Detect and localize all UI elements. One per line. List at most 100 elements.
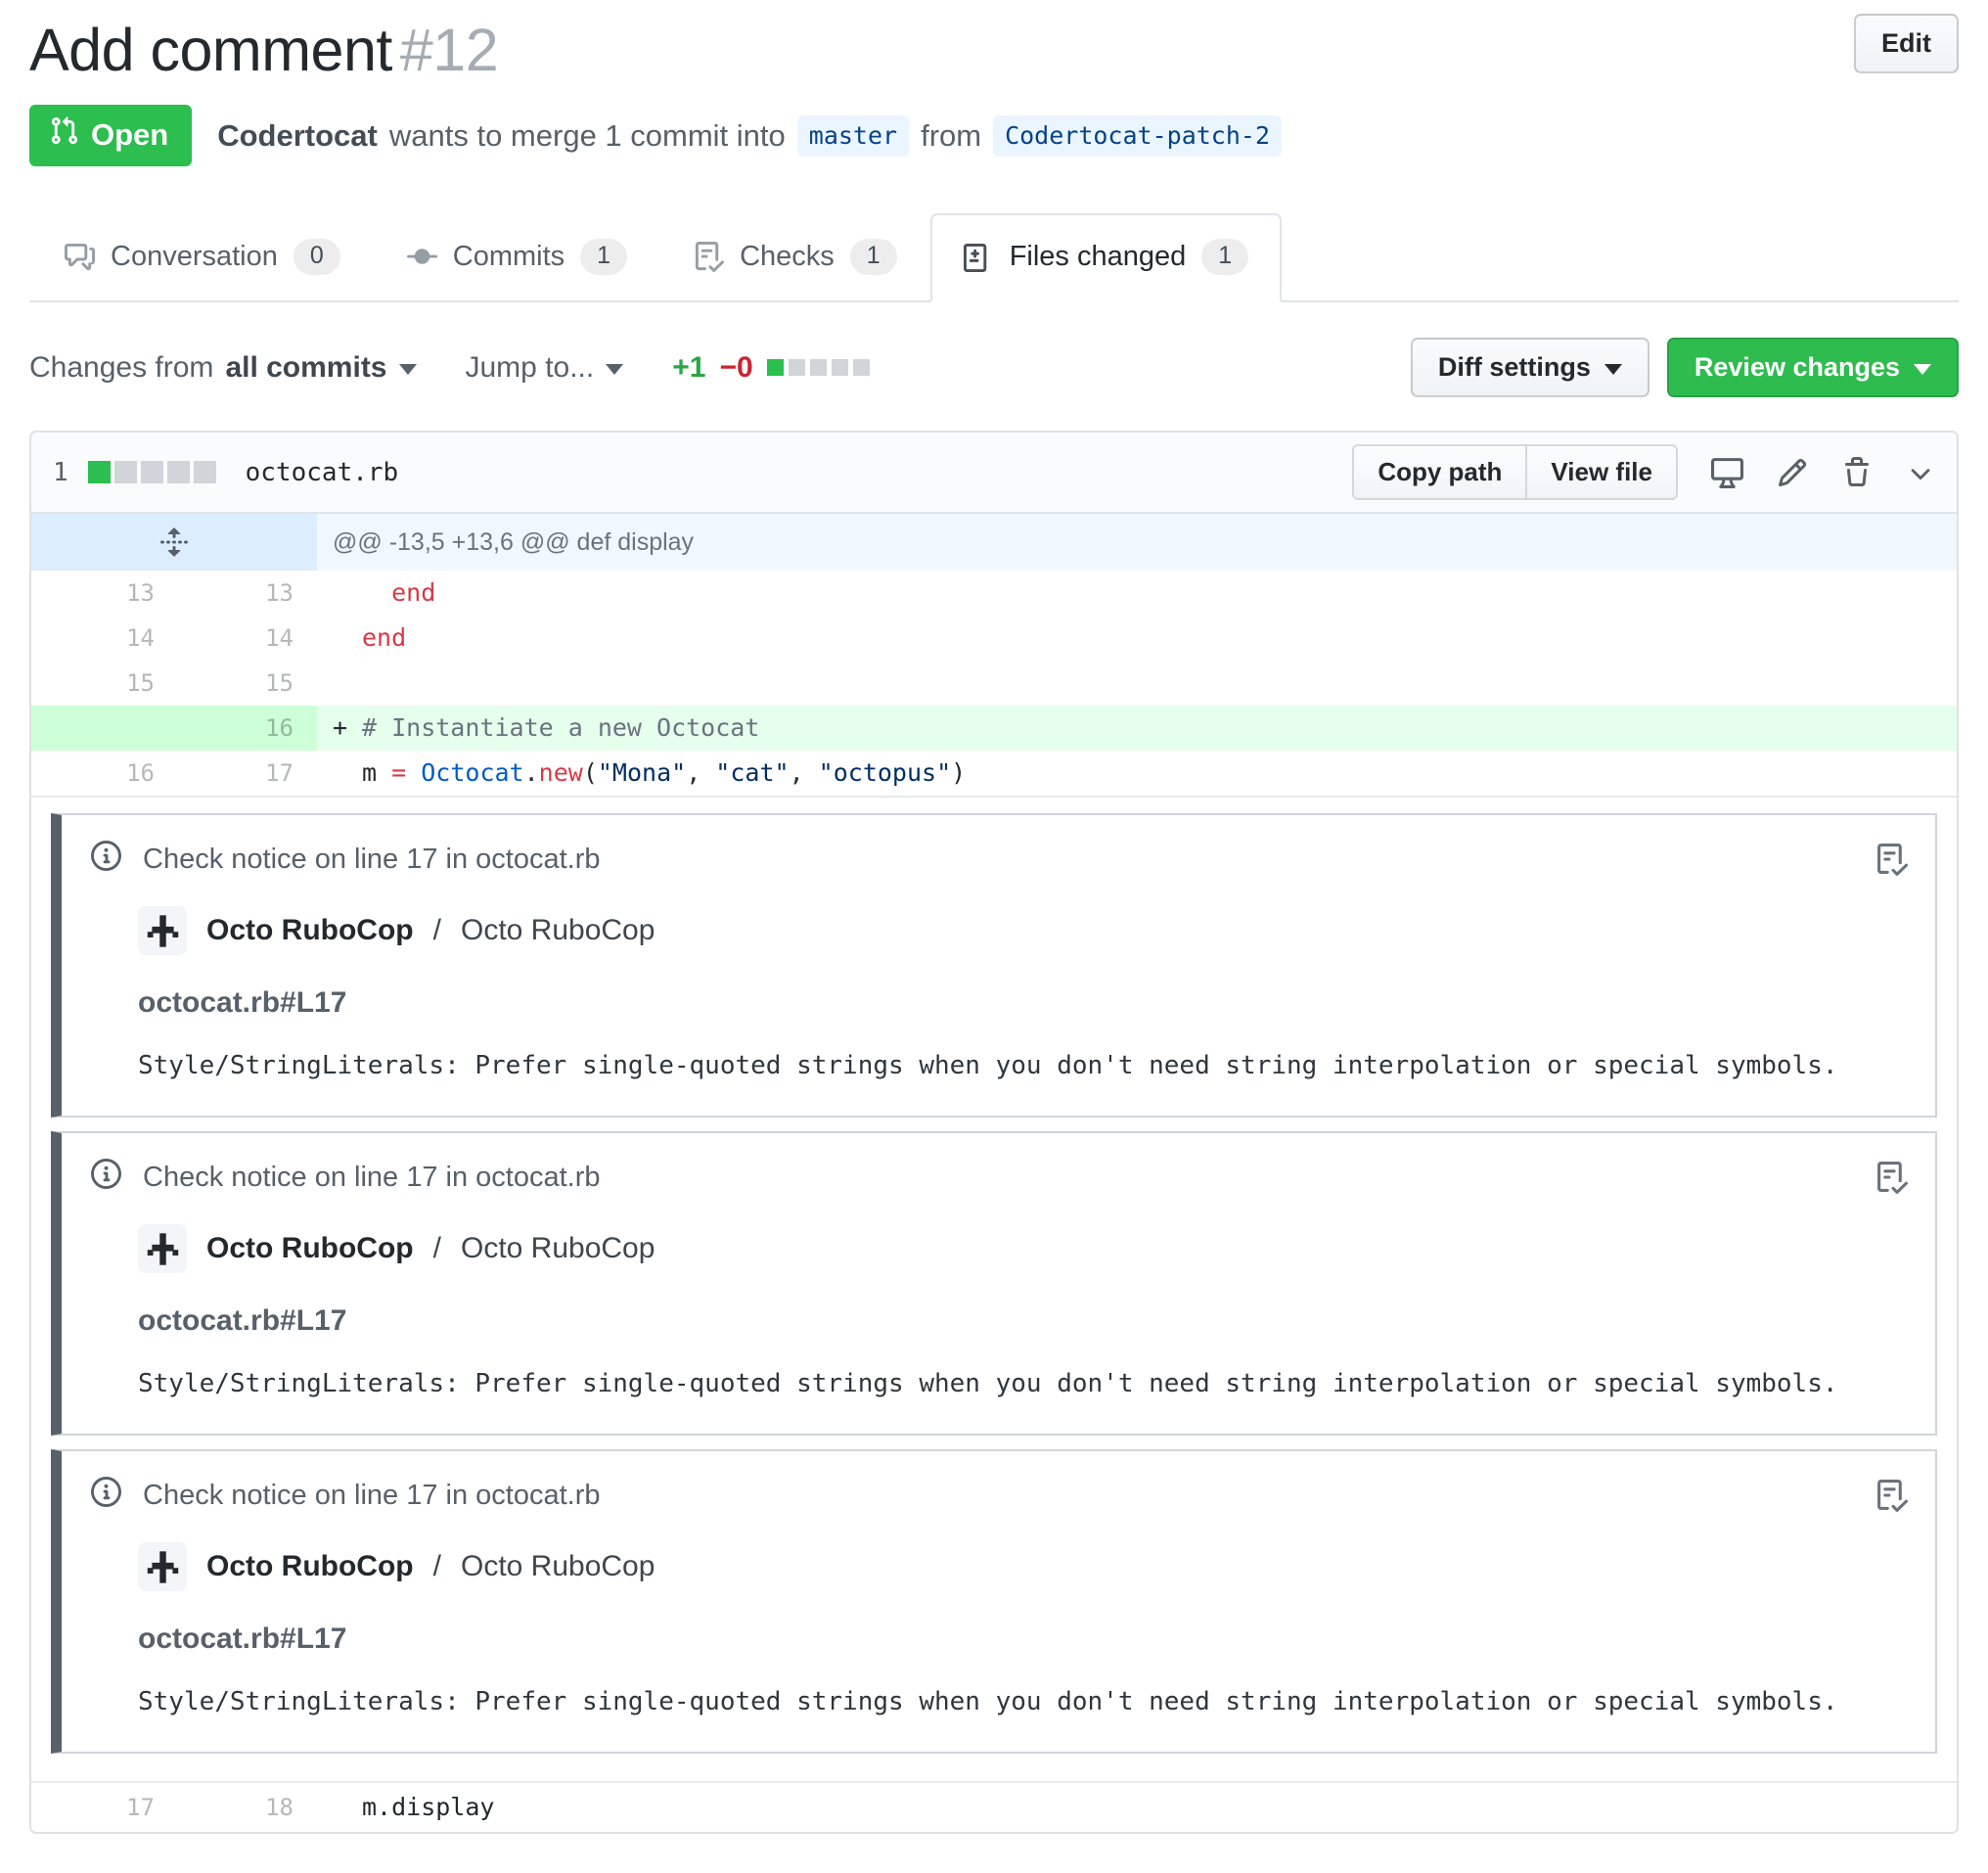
author-link[interactable]: Codertocat bbox=[217, 118, 378, 154]
diffstat-square-neutral bbox=[852, 359, 870, 377]
check-notice-text: Check notice on line 17 in octocat.rb bbox=[143, 844, 601, 876]
old-line-number[interactable]: 14 bbox=[31, 616, 178, 661]
annotation-path-link[interactable]: octocat.rb#L17 bbox=[138, 1622, 1908, 1656]
additions-count: +1 bbox=[672, 350, 706, 384]
pr-title-text: Add comment bbox=[29, 17, 392, 83]
code-line: + # Instantiate a new Octocat bbox=[317, 706, 1957, 751]
diffstat-square-neutral bbox=[788, 359, 805, 377]
changes-from-dropdown[interactable]: Changes from all commits bbox=[29, 351, 417, 385]
old-line-number[interactable]: 13 bbox=[31, 571, 178, 616]
hunk-header-row: @@ -13,5 +13,6 @@ def display bbox=[31, 514, 1957, 571]
checklist-icon bbox=[694, 242, 725, 272]
diff-row: 17 18 m.display bbox=[31, 1783, 1957, 1832]
octo-rubocop-avatar bbox=[138, 906, 187, 956]
review-changes-button[interactable]: Review changes bbox=[1666, 338, 1959, 398]
check-app-name: Octo RuboCop bbox=[206, 1232, 414, 1265]
diff-marker bbox=[333, 661, 362, 706]
head-branch-label[interactable]: Codertocat-patch-2 bbox=[993, 114, 1283, 157]
old-line-number[interactable]: 17 bbox=[31, 1783, 178, 1832]
file-header: 1 octocat.rb Copy path View file bbox=[31, 433, 1957, 515]
info-icon bbox=[91, 841, 121, 879]
git-pull-request-icon bbox=[49, 115, 79, 154]
annotation-message: Style/StringLiterals: Prefer single-quot… bbox=[138, 1051, 1838, 1081]
old-line-number[interactable]: 16 bbox=[31, 751, 178, 796]
octo-rubocop-avatar bbox=[138, 1542, 187, 1592]
file-diff-panel: 1 octocat.rb Copy path View file @@ -13,… bbox=[29, 431, 1959, 1835]
trash-icon[interactable] bbox=[1841, 456, 1873, 488]
code-line: m = Octocat.new("Mona", "cat", "octopus"… bbox=[317, 751, 1957, 796]
annotation-path-link[interactable]: octocat.rb#L17 bbox=[138, 986, 1908, 1020]
diff-row: 15 15 bbox=[31, 661, 1957, 706]
old-line-number[interactable]: 15 bbox=[31, 661, 178, 706]
device-desktop-icon[interactable] bbox=[1711, 456, 1743, 489]
pr-number: #12 bbox=[399, 17, 499, 83]
diff-marker bbox=[333, 751, 362, 796]
changed-files-count: 1 bbox=[53, 457, 68, 487]
jump-to-dropdown[interactable]: Jump to... bbox=[466, 351, 624, 385]
file-name[interactable]: octocat.rb bbox=[246, 458, 399, 487]
check-annotation-card: Check notice on line 17 in octocat.rb Oc… bbox=[51, 813, 1937, 1119]
diffstat-square-neutral bbox=[113, 461, 137, 484]
diff-marker bbox=[333, 1783, 362, 1832]
new-line-number[interactable]: 14 bbox=[178, 616, 317, 661]
checklist-icon[interactable] bbox=[1875, 1162, 1908, 1194]
pr-tabs: Conversation 0 Commits 1 Checks 1 Files … bbox=[29, 213, 1959, 303]
git-commit-icon bbox=[406, 242, 437, 272]
diff-row: 13 13 end bbox=[31, 571, 1957, 616]
check-app-name: Octo RuboCop bbox=[206, 914, 414, 947]
code-line: end bbox=[317, 616, 1957, 661]
diff-marker bbox=[333, 571, 362, 616]
new-line-number[interactable]: 17 bbox=[178, 751, 317, 796]
tab-files-changed[interactable]: Files changed 1 bbox=[929, 213, 1283, 303]
check-run-name: Octo RuboCop bbox=[460, 1550, 655, 1583]
checklist-icon[interactable] bbox=[1875, 1480, 1908, 1512]
file-diff-icon bbox=[963, 242, 994, 273]
diff-table-tail: 17 18 m.display bbox=[31, 1781, 1957, 1832]
page-title: Add comment #12 bbox=[29, 17, 499, 83]
tab-checks[interactable]: Checks 1 bbox=[660, 213, 930, 302]
new-line-number[interactable]: 18 bbox=[178, 1783, 317, 1832]
pencil-icon[interactable] bbox=[1777, 457, 1808, 488]
tab-conversation[interactable]: Conversation 0 bbox=[31, 213, 374, 302]
diff-settings-button[interactable]: Diff settings bbox=[1410, 338, 1649, 398]
octo-rubocop-avatar bbox=[138, 1224, 187, 1274]
code-line bbox=[317, 661, 1957, 706]
file-diffstat-blocks bbox=[87, 461, 216, 484]
annotation-message: Style/StringLiterals: Prefer single-quot… bbox=[138, 1369, 1838, 1399]
tab-commits[interactable]: Commits 1 bbox=[374, 213, 660, 302]
old-line-number[interactable] bbox=[31, 706, 178, 752]
new-line-number[interactable]: 15 bbox=[178, 661, 317, 706]
diffstat-square-neutral bbox=[809, 359, 827, 377]
pr-status-row: Open Codertocat wants to merge 1 commit … bbox=[29, 105, 1959, 167]
diffstat-square-neutral bbox=[140, 461, 163, 484]
diffstat-square-neutral bbox=[166, 461, 190, 484]
diffstat-square-neutral bbox=[193, 461, 216, 484]
deletions-count: −0 bbox=[719, 350, 753, 384]
diff-row-added: 16 + # Instantiate a new Octocat bbox=[31, 706, 1957, 752]
new-line-number[interactable]: 16 bbox=[178, 706, 317, 752]
check-annotation-card: Check notice on line 17 in octocat.rb Oc… bbox=[51, 1131, 1937, 1437]
pull-request-files-page: Add comment #12 Edit Open Codertocat want… bbox=[0, 0, 1988, 1873]
pr-header: Add comment #12 Edit bbox=[29, 14, 1959, 83]
copy-path-button[interactable]: Copy path bbox=[1352, 444, 1528, 501]
check-notice-text: Check notice on line 17 in octocat.rb bbox=[143, 1480, 601, 1512]
diff-marker: + bbox=[333, 713, 348, 743]
edit-button[interactable]: Edit bbox=[1854, 14, 1959, 73]
info-icon bbox=[91, 1477, 121, 1515]
annotation-path-link[interactable]: octocat.rb#L17 bbox=[138, 1304, 1908, 1338]
check-run-name: Octo RuboCop bbox=[460, 1232, 655, 1265]
chevron-down-icon[interactable] bbox=[1906, 458, 1935, 487]
diffstat-square-added bbox=[766, 359, 784, 377]
new-line-number[interactable]: 13 bbox=[178, 571, 317, 616]
view-file-button[interactable]: View file bbox=[1525, 444, 1678, 501]
base-branch-label[interactable]: master bbox=[796, 114, 910, 157]
diff-row: 16 17 m = Octocat.new("Mona", "cat", "oct… bbox=[31, 751, 1957, 796]
checklist-icon[interactable] bbox=[1875, 844, 1908, 876]
code-line: m.display bbox=[317, 1783, 1957, 1832]
check-app-name: Octo RuboCop bbox=[206, 1550, 414, 1583]
info-icon bbox=[91, 1159, 121, 1197]
pr-state-badge: Open bbox=[29, 105, 193, 167]
expand-hunk-button[interactable] bbox=[31, 514, 317, 571]
diffstat-summary: +1 −0 bbox=[672, 350, 870, 385]
chevron-down-icon bbox=[398, 363, 417, 375]
